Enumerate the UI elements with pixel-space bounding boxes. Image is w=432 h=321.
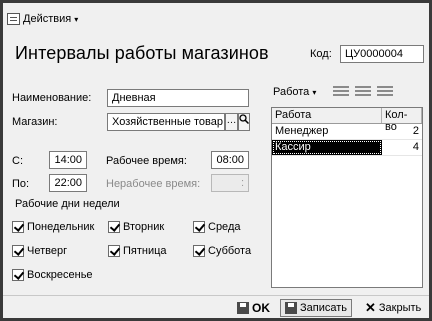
save-button[interactable]: Записать (280, 299, 353, 317)
checkbox-thursday[interactable]: Четверг (12, 245, 67, 257)
page-title: Интервалы работы магазинов (15, 43, 269, 63)
actions-menu-label: Действия (23, 13, 72, 25)
checkbox-tuesday[interactable]: Вторник (108, 221, 164, 233)
checkbox-label: Понедельник (27, 221, 95, 233)
ok-label: OK (252, 301, 270, 315)
work-menu[interactable]: Работа ▾ (273, 86, 316, 98)
checkbox-box (193, 245, 205, 257)
from-label: С: (12, 155, 23, 167)
shop-field[interactable]: Хозяйственные товар (107, 113, 225, 131)
checkbox-box (12, 221, 24, 233)
nonwork-time-label: Нерабочее время: (106, 178, 201, 190)
search-icon[interactable] (238, 113, 250, 131)
table-row[interactable]: Кассир 4 (272, 140, 422, 156)
close-label: Закрыть (378, 302, 422, 314)
save-disk-icon (237, 302, 249, 314)
save-disk-icon (285, 302, 297, 314)
dialog-window: Действия ▾ Интервалы работы магазинов Ко… (0, 0, 432, 321)
checkbox-label: Четверг (27, 245, 68, 257)
column-header-work[interactable]: Работа (272, 108, 382, 123)
checkbox-label: Воскресенье (27, 269, 93, 281)
list-delete-icon[interactable] (377, 86, 393, 98)
from-time-field[interactable]: 14:00 (49, 151, 87, 169)
days-header: Рабочие дни недели (15, 198, 120, 210)
shop-label: Магазин: (12, 116, 58, 128)
close-icon: ✕ (365, 300, 376, 315)
actions-menu-icon (7, 13, 20, 25)
save-label: Записать (300, 302, 348, 314)
table-cell-count: 2 (412, 125, 419, 137)
to-label: По: (12, 178, 30, 190)
column-header-count[interactable]: Кол-во (382, 108, 422, 133)
work-table[interactable]: Работа Кол-во Менеджер 2 Кассир 4 (271, 107, 423, 288)
checkbox-sunday[interactable]: Воскресенье (12, 269, 93, 281)
ok-button[interactable]: OK (233, 299, 274, 317)
checkbox-label: Суббота (208, 245, 252, 257)
table-cell-work: Менеджер (275, 125, 329, 137)
code-label: Код: (310, 48, 332, 60)
nonwork-time-field: : (211, 174, 249, 192)
table-cell-work: Кассир (272, 140, 382, 155)
close-button[interactable]: ✕ Закрыть (361, 299, 425, 317)
checkbox-monday[interactable]: Понедельник (12, 221, 94, 233)
name-label: Наименование: (12, 92, 92, 104)
list-up-icon[interactable] (333, 86, 349, 98)
checkbox-box (193, 221, 205, 233)
checkbox-wednesday[interactable]: Среда (193, 221, 240, 233)
work-time-label: Рабочее время: (106, 155, 187, 167)
work-time-field[interactable]: 08:00 (211, 151, 249, 169)
checkbox-box (108, 221, 120, 233)
actions-menu[interactable]: Действия ▾ (7, 9, 78, 29)
checkbox-label: Вторник (123, 221, 165, 233)
table-cell-count: 4 (412, 141, 419, 153)
name-field[interactable]: Дневная (107, 89, 249, 107)
checkbox-box (12, 269, 24, 281)
checkbox-box (12, 245, 24, 257)
chevron-down-icon: ▾ (74, 14, 79, 24)
checkbox-label: Среда (208, 221, 241, 233)
checkbox-friday[interactable]: Пятница (108, 245, 167, 257)
checkbox-box (108, 245, 120, 257)
chevron-down-icon: ▾ (312, 87, 317, 97)
table-row[interactable]: Менеджер 2 (272, 124, 422, 140)
checkbox-saturday[interactable]: Суббота (193, 245, 251, 257)
shop-select-button[interactable]: … (225, 113, 238, 131)
footer-divider (3, 295, 429, 296)
code-field[interactable]: ЦУ0000004 (340, 45, 424, 63)
checkbox-label: Пятница (123, 245, 167, 257)
table-header: Работа Кол-во (272, 108, 422, 133)
list-edit-icon[interactable] (355, 86, 371, 98)
work-menu-label: Работа (273, 86, 310, 98)
to-time-field[interactable]: 22:00 (49, 174, 87, 192)
